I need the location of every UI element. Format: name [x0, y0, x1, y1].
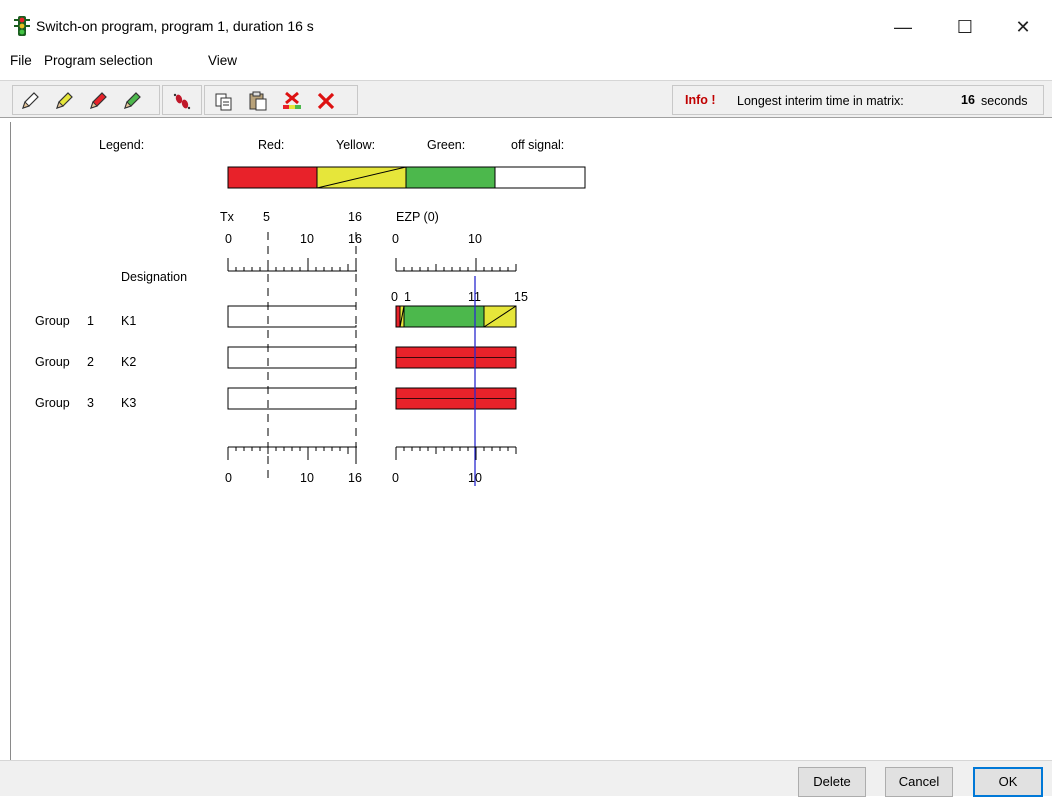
legend-red-swatch	[227, 166, 318, 189]
left-scale-16b-label: 16	[348, 232, 362, 246]
info-panel: Info ! Longest interim time in matrix: 1…	[672, 85, 1044, 115]
left-bottom-ruler	[227, 446, 357, 460]
ok-button[interactable]: OK	[973, 767, 1043, 797]
left-scale-16-label: 16	[348, 210, 362, 224]
delete-colors-icon[interactable]	[281, 91, 303, 111]
title-bar: Switch-on program, program 1, duration 1…	[0, 0, 1052, 52]
left-bottom-tick-10: 10	[300, 471, 314, 485]
signal-plan-canvas[interactable]: Legend: Red: Yellow: Green: off signal: …	[10, 122, 1052, 760]
group-1-tx-bar[interactable]	[227, 305, 357, 328]
paste-icon[interactable]	[247, 91, 269, 111]
group-2-number: 2	[87, 355, 94, 369]
group-2-tx-bar[interactable]	[227, 346, 357, 369]
ezp-group-bars	[395, 305, 517, 410]
delete-icon[interactable]	[315, 91, 337, 111]
group-1-number: 1	[87, 314, 94, 328]
left-group-bars	[227, 305, 357, 410]
pencil-white-icon[interactable]	[19, 91, 41, 111]
edit-tool-group	[204, 85, 358, 115]
left-scale-tx-label: Tx	[220, 210, 235, 224]
group-2-name: K2	[121, 355, 136, 369]
left-top-ruler	[227, 258, 357, 272]
info-label: Info !	[685, 93, 716, 107]
footprints-icon[interactable]	[171, 91, 193, 111]
group-1-phase-green[interactable]	[403, 305, 485, 328]
pencil-red-icon[interactable]	[87, 91, 109, 111]
right-scale-mid-0: 0	[391, 290, 398, 304]
legend-off-swatch	[494, 166, 586, 189]
menu-program-selection[interactable]: Program selection	[44, 53, 153, 68]
legend-red-label: Red:	[258, 138, 284, 152]
right-top-ruler	[395, 258, 517, 272]
pencil-green-icon[interactable]	[121, 91, 143, 111]
right-scale-mid-1: 1	[404, 290, 411, 304]
close-button[interactable]: ✕	[1000, 10, 1046, 44]
menu-bar: File Program selection View	[0, 52, 1052, 74]
left-bottom-tick-16: 16	[348, 471, 362, 485]
info-text: Longest interim time in matrix:	[737, 94, 904, 108]
status-bar: Delete Cancel OK	[0, 760, 1052, 797]
group-3-name: K3	[121, 396, 136, 410]
designation-header: Designation	[121, 270, 187, 284]
menu-view[interactable]: View	[208, 53, 237, 68]
legend-green-swatch	[405, 166, 496, 189]
minimize-button[interactable]: —	[880, 10, 926, 44]
menu-file[interactable]: File	[10, 53, 32, 68]
right-scale-mid-15: 15	[514, 290, 528, 304]
cancel-button[interactable]: Cancel	[885, 767, 953, 797]
group-1-name: K1	[121, 314, 136, 328]
info-value: 16	[961, 93, 975, 107]
group-3-number: 3	[87, 396, 94, 410]
pencil-tool-group	[12, 85, 160, 115]
group-1-label: Group	[35, 314, 70, 328]
legend-title: Legend:	[99, 138, 144, 152]
group-3-label: Group	[35, 396, 70, 410]
right-scale-title: EZP (0)	[396, 210, 439, 224]
left-bottom-tick-0: 0	[225, 471, 232, 485]
group-2-label: Group	[35, 355, 70, 369]
toolbar: Info ! Longest interim time in matrix: 1…	[0, 80, 1052, 118]
group-1-phase-red[interactable]	[395, 305, 401, 328]
left-scale-tick-10: 10	[300, 232, 314, 246]
group-3-tx-bar[interactable]	[227, 387, 357, 410]
left-scale-tick-0: 0	[225, 232, 232, 246]
copy-icon[interactable]	[213, 91, 235, 111]
right-scale-tick-10: 10	[468, 232, 482, 246]
window-title: Switch-on program, program 1, duration 1…	[36, 18, 314, 34]
pencil-yellow-icon[interactable]	[53, 91, 75, 111]
footprint-tool-group	[162, 85, 202, 115]
info-unit: seconds	[981, 94, 1028, 108]
legend-off-label: off signal:	[511, 138, 564, 152]
right-scale-tick-0: 0	[392, 232, 399, 246]
delete-button[interactable]: Delete	[798, 767, 866, 797]
right-bottom-tick-0: 0	[392, 471, 399, 485]
legend-yellow-label: Yellow:	[336, 138, 375, 152]
left-scale-5-label: 5	[263, 210, 270, 224]
right-bottom-ruler	[395, 446, 517, 460]
legend-green-label: Green:	[427, 138, 465, 152]
traffic-light-icon	[14, 16, 30, 36]
right-bottom-tick-10: 10	[468, 471, 482, 485]
maximize-button[interactable]: ☐	[942, 10, 988, 44]
signal-plan-diagram: Legend: Red: Yellow: Green: off signal: …	[35, 138, 586, 486]
